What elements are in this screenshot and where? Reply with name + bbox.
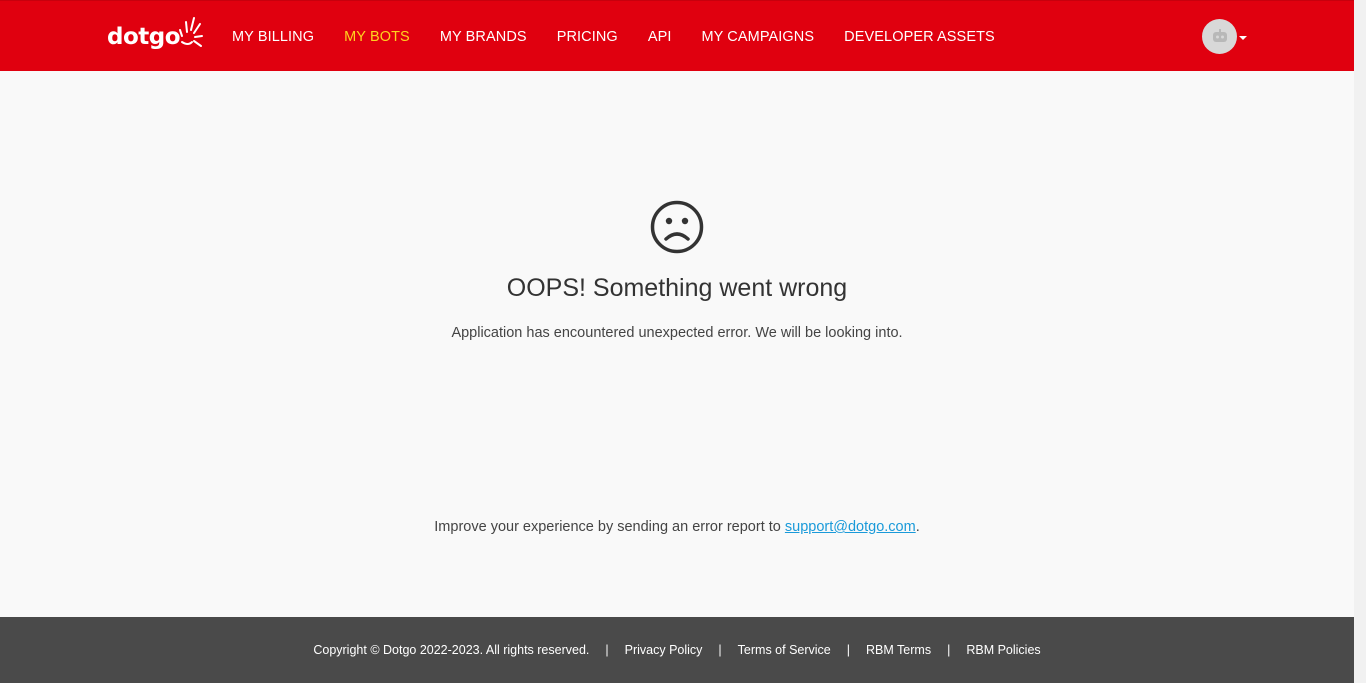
nav-my-campaigns[interactable]: MY CAMPAIGNS — [701, 29, 814, 45]
nav-my-brands[interactable]: MY BRANDS — [440, 29, 527, 45]
nav-pricing[interactable]: PRICING — [557, 29, 618, 45]
support-email-link[interactable]: support@dotgo.com — [785, 519, 916, 535]
error-description: Application has encountered unexpected e… — [451, 325, 903, 341]
robot-icon — [1212, 29, 1227, 42]
footer-link-rbm-policies[interactable]: RBM Policies — [966, 643, 1040, 657]
footer-link-privacy-policy[interactable]: Privacy Policy — [625, 643, 703, 657]
top-navbar: dotgo MY BILLING MY BOTS MY BRANDS PRICI… — [0, 0, 1354, 71]
footer: Copyright © Dotgo 2022-2023. All rights … — [0, 617, 1354, 683]
logo-sparkle-icon — [179, 17, 204, 47]
nav-api[interactable]: API — [648, 29, 672, 45]
report-suffix: . — [915, 519, 920, 535]
report-prefix: Improve your experience by sending an er… — [434, 519, 785, 535]
footer-separator: | — [846, 643, 851, 657]
footer-separator: | — [605, 643, 609, 657]
dotgo-logo[interactable]: dotgo — [107, 15, 204, 59]
footer-copyright: Copyright © Dotgo 2022-2023. All rights … — [313, 643, 590, 657]
footer-link-rbm-terms[interactable]: RBM Terms — [866, 643, 931, 657]
caret-down-icon — [1239, 35, 1247, 40]
error-title: OOPS! Something went wrong — [506, 274, 848, 302]
footer-separator: | — [718, 643, 722, 657]
nav-developer-assets[interactable]: DEVELOPER ASSETS — [844, 29, 995, 45]
user-menu-toggle[interactable] — [1202, 18, 1247, 54]
error-report-text: Improve your experience by sending an er… — [0, 519, 1354, 535]
logo-text: dotgo — [107, 24, 181, 50]
nav-my-billing[interactable]: MY BILLING — [232, 29, 314, 45]
footer-link-terms-of-service[interactable]: Terms of Service — [738, 643, 831, 657]
footer-separator: | — [947, 643, 951, 657]
nav-my-bots[interactable]: MY BOTS — [344, 29, 410, 45]
avatar — [1202, 18, 1237, 54]
sad-face-icon — [650, 200, 704, 254]
main-nav: MY BILLING MY BOTS MY BRANDS PRICING API… — [232, 1, 1025, 72]
page-scrollbar[interactable] — [1354, 0, 1366, 683]
